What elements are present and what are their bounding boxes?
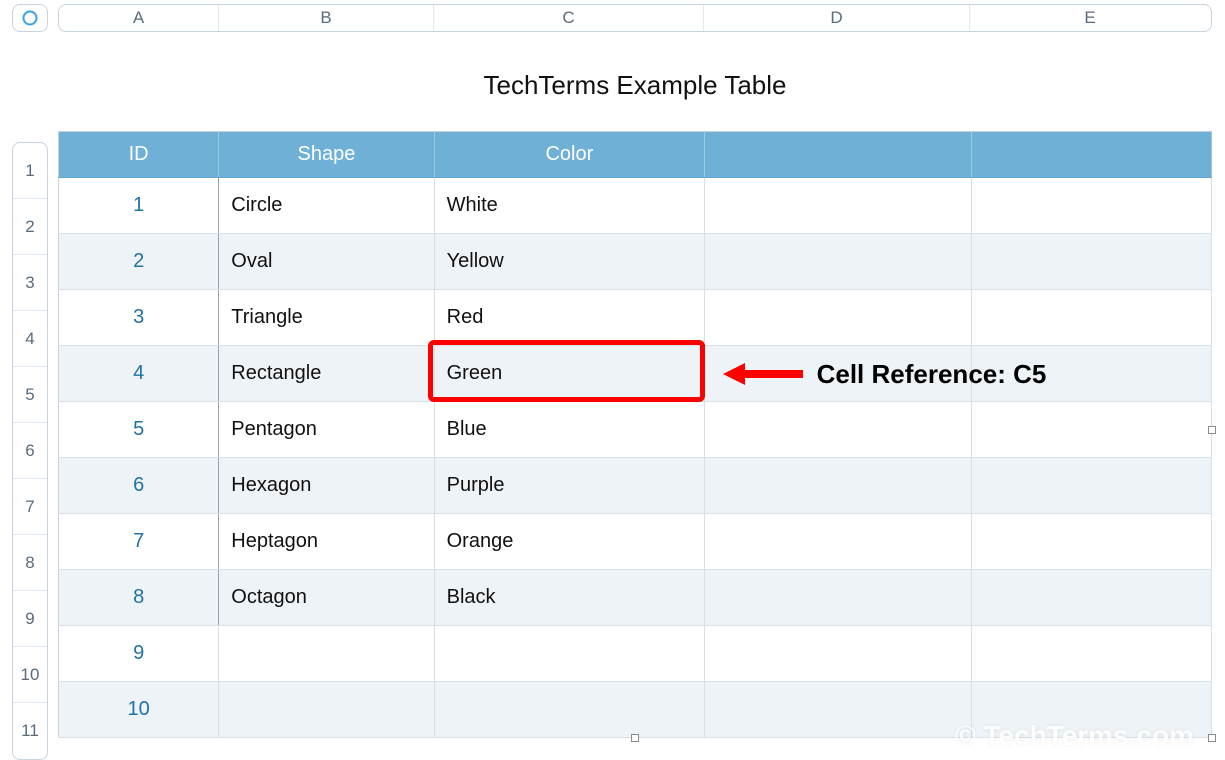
- row-header-3[interactable]: 3: [13, 255, 47, 311]
- cell[interactable]: [705, 570, 971, 626]
- cell[interactable]: 5: [59, 402, 219, 458]
- cell[interactable]: Heptagon: [219, 514, 434, 570]
- row-header-8[interactable]: 8: [13, 535, 47, 591]
- cell[interactable]: [219, 626, 434, 682]
- cell[interactable]: Purple: [434, 458, 704, 514]
- table-header-id[interactable]: ID: [59, 132, 219, 178]
- table-row[interactable]: 8OctagonBlack: [59, 570, 1212, 626]
- watermark: © TechTerms.com: [955, 720, 1194, 752]
- column-header-D[interactable]: D: [704, 5, 970, 31]
- cell[interactable]: [705, 514, 971, 570]
- cell[interactable]: Triangle: [219, 290, 434, 346]
- data-table[interactable]: IDShapeColor1CircleWhite2OvalYellow3Tria…: [58, 131, 1212, 738]
- row-header-1[interactable]: 1: [13, 143, 47, 199]
- cell[interactable]: Blue: [434, 402, 704, 458]
- cell[interactable]: 7: [59, 514, 219, 570]
- cell[interactable]: [971, 346, 1211, 402]
- row-header-2[interactable]: 2: [13, 199, 47, 255]
- select-all-corner[interactable]: [12, 4, 48, 32]
- cell[interactable]: Pentagon: [219, 402, 434, 458]
- column-header-strip[interactable]: ABCDE: [58, 4, 1212, 32]
- cell[interactable]: [705, 234, 971, 290]
- row-header-10[interactable]: 10: [13, 647, 47, 703]
- table-row[interactable]: 7HeptagonOrange: [59, 514, 1212, 570]
- cell[interactable]: Black: [434, 570, 704, 626]
- cell[interactable]: 8: [59, 570, 219, 626]
- cell[interactable]: [705, 626, 971, 682]
- row-header-11[interactable]: 11: [13, 703, 47, 759]
- cell[interactable]: White: [434, 178, 704, 234]
- cell[interactable]: 4: [59, 346, 219, 402]
- cell[interactable]: 10: [59, 682, 219, 738]
- column-header-E[interactable]: E: [970, 5, 1210, 31]
- circle-icon: [21, 9, 39, 27]
- cell[interactable]: 9: [59, 626, 219, 682]
- cell[interactable]: [971, 178, 1211, 234]
- table-row[interactable]: 9: [59, 626, 1212, 682]
- cell[interactable]: Red: [434, 290, 704, 346]
- table-header-shape[interactable]: Shape: [219, 132, 434, 178]
- cell[interactable]: [705, 682, 971, 738]
- table-row[interactable]: 3TriangleRed: [59, 290, 1212, 346]
- cell[interactable]: [971, 290, 1211, 346]
- cell[interactable]: [705, 458, 971, 514]
- cell[interactable]: [705, 178, 971, 234]
- table-header-color[interactable]: Color: [434, 132, 704, 178]
- cell[interactable]: [219, 682, 434, 738]
- cell[interactable]: Oval: [219, 234, 434, 290]
- cell[interactable]: [971, 234, 1211, 290]
- cell[interactable]: 6: [59, 458, 219, 514]
- table-row[interactable]: 6HexagonPurple: [59, 458, 1212, 514]
- selection-handle[interactable]: [631, 734, 639, 742]
- cell[interactable]: [971, 626, 1211, 682]
- column-header-A[interactable]: A: [59, 5, 219, 31]
- cell[interactable]: [705, 346, 971, 402]
- cell[interactable]: Orange: [434, 514, 704, 570]
- table-header-empty[interactable]: [971, 132, 1211, 178]
- cell[interactable]: [434, 682, 704, 738]
- cell[interactable]: [971, 458, 1211, 514]
- table-row[interactable]: 2OvalYellow: [59, 234, 1212, 290]
- cell[interactable]: [971, 570, 1211, 626]
- cell[interactable]: [434, 626, 704, 682]
- column-header-B[interactable]: B: [219, 5, 434, 31]
- table-row[interactable]: 4RectangleGreen: [59, 346, 1212, 402]
- spreadsheet-grid[interactable]: TechTerms Example Table IDShapeColor1Cir…: [58, 42, 1212, 760]
- selection-handle[interactable]: [1208, 426, 1216, 434]
- cell[interactable]: Octagon: [219, 570, 434, 626]
- cell[interactable]: [971, 514, 1211, 570]
- cell[interactable]: 2: [59, 234, 219, 290]
- cell[interactable]: [705, 290, 971, 346]
- table-row[interactable]: 1CircleWhite: [59, 178, 1212, 234]
- table-header-empty[interactable]: [705, 132, 971, 178]
- cell[interactable]: [971, 402, 1211, 458]
- selection-handle[interactable]: [1208, 734, 1216, 742]
- cell[interactable]: 3: [59, 290, 219, 346]
- cell[interactable]: 1: [59, 178, 219, 234]
- row-header-4[interactable]: 4: [13, 311, 47, 367]
- cell[interactable]: Rectangle: [219, 346, 434, 402]
- cell[interactable]: Circle: [219, 178, 434, 234]
- row-header-strip[interactable]: 1234567891011: [12, 142, 48, 760]
- row-header-5[interactable]: 5: [13, 367, 47, 423]
- row-header-9[interactable]: 9: [13, 591, 47, 647]
- cell[interactable]: Hexagon: [219, 458, 434, 514]
- table-row[interactable]: 5PentagonBlue: [59, 402, 1212, 458]
- cell[interactable]: [705, 402, 971, 458]
- row-header-6[interactable]: 6: [13, 423, 47, 479]
- row-header-7[interactable]: 7: [13, 479, 47, 535]
- cell[interactable]: Green: [434, 346, 704, 402]
- column-header-C[interactable]: C: [434, 5, 704, 31]
- cell[interactable]: Yellow: [434, 234, 704, 290]
- table-title: TechTerms Example Table: [58, 42, 1212, 131]
